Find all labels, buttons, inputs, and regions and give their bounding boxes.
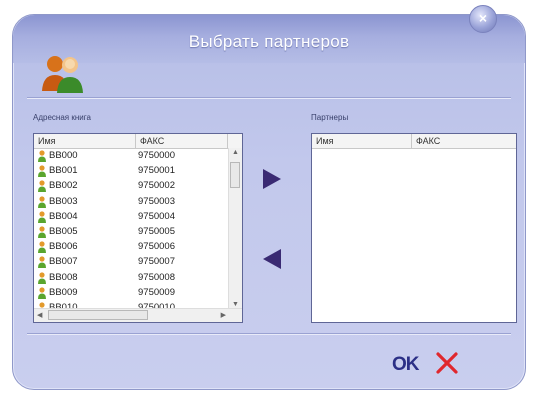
address-book-label: Адресная книга — [33, 113, 91, 122]
contact-fax: 9750004 — [138, 210, 175, 222]
contact-fax: 9750000 — [138, 150, 175, 161]
contact-fax: 9750005 — [138, 226, 175, 237]
contact-name: BB002 — [49, 180, 78, 192]
contact-name: BB006 — [49, 241, 78, 253]
partners-list[interactable]: Имя ФАКС — [311, 133, 517, 323]
person-icon — [38, 150, 46, 162]
person-icon — [38, 271, 46, 284]
contact-name: BB001 — [49, 165, 78, 177]
person-icon — [38, 287, 46, 299]
scroll-thumb[interactable] — [230, 162, 240, 188]
vertical-scrollbar[interactable]: ▲ ▼ — [228, 148, 242, 309]
arrow-left-icon[interactable] — [261, 247, 283, 271]
contact-name: BB003 — [49, 195, 78, 207]
table-row[interactable]: BB007 9750007 — [34, 255, 220, 270]
horizontal-scrollbar[interactable]: ◀ ▶ — [34, 308, 242, 322]
person-icon — [38, 241, 46, 254]
partners-header: Имя ФАКС — [312, 134, 516, 149]
title-bar: Выбрать партнеров — [13, 15, 525, 63]
contact-name: BB000 — [49, 150, 78, 161]
table-row[interactable]: BB003 9750003 — [34, 195, 220, 210]
dialog-title: Выбрать партнеров — [188, 32, 350, 51]
cancel-button[interactable] — [434, 350, 460, 376]
scroll-left-icon[interactable]: ◀ — [37, 311, 42, 319]
contact-name: BB005 — [49, 226, 78, 237]
partners-label: Партнеры — [311, 113, 349, 122]
close-button[interactable]: × — [469, 5, 497, 33]
person-icon — [38, 195, 46, 208]
h-scroll-thumb[interactable] — [48, 310, 148, 320]
person-icon — [38, 180, 46, 193]
contact-fax: 9750003 — [138, 195, 175, 207]
contacts-icon — [42, 56, 83, 93]
arrow-right-icon[interactable] — [261, 167, 283, 191]
contact-name: BB008 — [49, 271, 78, 283]
table-row[interactable]: BB006 9750006 — [34, 240, 220, 255]
contact-fax: 9750007 — [138, 256, 175, 268]
column-header-name[interactable]: Имя — [312, 134, 412, 148]
contact-fax: 9750001 — [138, 165, 175, 177]
contact-name: BB007 — [49, 256, 78, 268]
bottom-separator — [27, 333, 511, 335]
scroll-right-icon[interactable]: ▶ — [221, 311, 226, 319]
contact-fax: 9750008 — [138, 271, 175, 283]
table-row[interactable]: BB010 9750010 — [34, 301, 220, 308]
contact-fax: 9750006 — [138, 241, 175, 253]
table-row[interactable]: BB002 9750002 — [34, 179, 220, 194]
scroll-down-icon[interactable]: ▼ — [232, 301, 239, 308]
person-icon — [38, 211, 46, 223]
person-icon — [38, 165, 46, 178]
address-book-rows: BB000 9750000 BB001 9750001 BB002 9750002 BB00… — [34, 134, 228, 308]
table-row[interactable]: BB000 9750000 — [34, 149, 220, 164]
scroll-up-icon[interactable]: ▲ — [232, 149, 239, 156]
person-icon — [38, 226, 46, 238]
ok-button[interactable]: OK — [392, 354, 419, 376]
contact-name: BB004 — [49, 210, 78, 222]
table-row[interactable]: BB008 9750008 — [34, 271, 220, 286]
table-row[interactable]: BB009 9750009 — [34, 286, 220, 301]
column-header-fax[interactable]: ФАКС — [412, 134, 516, 148]
top-separator — [27, 97, 511, 99]
table-row[interactable]: BB004 9750004 — [34, 210, 220, 225]
contact-fax: 9750002 — [138, 180, 175, 192]
table-row[interactable]: BB001 9750001 — [34, 164, 220, 179]
contact-fax: 9750009 — [138, 286, 175, 298]
address-book-list[interactable]: Имя ФАКС BB000 9750000 BB001 9750001 BB002 97… — [33, 133, 243, 323]
dialog-window: Выбрать партнеров × Адресная книга Партн… — [12, 5, 526, 390]
table-row[interactable]: BB005 9750005 — [34, 225, 220, 240]
contact-name: BB009 — [49, 286, 78, 298]
person-icon — [38, 256, 46, 269]
